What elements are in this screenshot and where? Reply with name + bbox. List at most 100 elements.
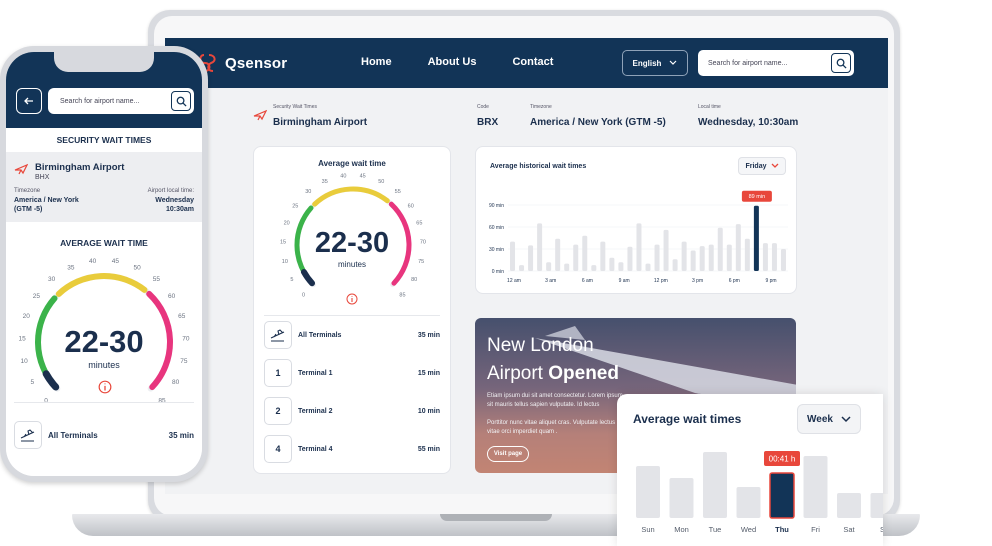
phone-airport-block: Birmingham Airport BHX Timezone America … — [6, 152, 202, 222]
gauge-tick-label: 5 — [31, 379, 35, 386]
weekly-day-label: Mon — [674, 525, 689, 534]
history-bar — [717, 227, 723, 271]
gauge-tick-label: 25 — [292, 203, 298, 209]
visit-page-button[interactable]: Visit page — [487, 446, 529, 462]
gauge-needle-segment — [300, 268, 316, 287]
terminal-badge: 4 — [264, 435, 292, 463]
phone-localtime-line1: Wednesday — [155, 197, 194, 204]
history-y-tick: 90 min — [489, 203, 504, 209]
history-bar — [771, 243, 777, 271]
history-bar — [537, 223, 543, 271]
gauge-tick-label: 55 — [395, 189, 401, 195]
history-x-tick: 6 am — [582, 278, 593, 284]
main-nav: Home About Us Contact — [361, 56, 553, 68]
news-title: New London Airport Opened — [487, 332, 619, 388]
nav-home[interactable]: Home — [361, 56, 392, 68]
timezone-value: America / New York (GTM -5) — [530, 117, 666, 128]
localtime-label: Local time — [698, 104, 721, 110]
history-bar — [600, 241, 606, 271]
phone-localtime-line2: 10:30am — [165, 206, 194, 213]
history-bar — [510, 241, 516, 271]
gauge-tick-label: 55 — [153, 276, 161, 283]
gauge-tick-label: 80 — [411, 277, 417, 283]
history-x-tick: 12 pm — [654, 278, 668, 284]
terminal-wait: 35 min — [417, 331, 440, 339]
news-title-bold: Opened — [548, 363, 619, 384]
phone-airport-name: Birmingham Airport — [35, 162, 125, 173]
history-bar — [645, 263, 651, 271]
gauge-tick-label: 30 — [305, 189, 311, 195]
gauge-tick-label: 40 — [340, 174, 346, 180]
terminal-row-1[interactable]: 1 Terminal 1 15 min — [264, 359, 440, 387]
gauge-segment-yellow — [55, 273, 148, 297]
history-bar — [591, 265, 597, 271]
phone-frame: Search for airport name... SECURITY WAIT… — [0, 46, 208, 482]
phone-all-terminals-row[interactable]: All Terminals 35 min — [14, 420, 194, 450]
terminal-name: Terminal 4 — [298, 445, 333, 453]
timezone-block: Timezone America / New York (GTM -5) — [530, 104, 666, 130]
airport-name: Birmingham Airport — [273, 117, 368, 128]
phone-gauge-value: 22-30 — [64, 324, 144, 359]
nav-contact[interactable]: Contact — [512, 56, 553, 68]
gauge-info[interactable] — [254, 292, 450, 310]
site-header: Qsensor Home About Us Contact English Se… — [165, 38, 888, 88]
code-block: Code BRX — [477, 104, 498, 130]
timezone-label: Timezone — [530, 104, 552, 110]
history-bar — [546, 262, 552, 271]
history-bar — [627, 246, 633, 271]
history-x-tick: 3 pm — [692, 278, 703, 284]
weekly-day-label: Sat — [843, 525, 855, 534]
weekly-day-label: Sun — [641, 525, 654, 534]
history-y-tick: 30 min — [489, 247, 504, 253]
nav-about-us[interactable]: About Us — [428, 56, 477, 68]
gauge-unit: minutes — [337, 260, 366, 269]
history-bar — [654, 244, 660, 271]
back-button[interactable] — [16, 88, 42, 114]
plane-icon — [14, 163, 28, 175]
weekly-day-label: Wed — [741, 525, 756, 534]
header-search-input[interactable]: Search for airport name... — [698, 50, 854, 76]
airport-info-bar: Security Wait Times Birmingham Airport C… — [253, 104, 813, 128]
history-bar — [555, 238, 561, 271]
weekly-day-label: Thu — [775, 525, 789, 534]
phone-divider — [14, 402, 194, 403]
history-bar — [528, 245, 534, 271]
history-bar — [573, 244, 579, 271]
gauge-tick-label: 50 — [378, 179, 384, 185]
terminal-row-4[interactable]: 4 Terminal 4 55 min — [264, 435, 440, 463]
history-bar — [780, 249, 786, 271]
language-select[interactable]: English — [622, 50, 688, 76]
gauge-tick-label: 35 — [322, 179, 328, 185]
gauge-tick-label: 35 — [67, 264, 75, 271]
airport-name-block: Security Wait Times Birmingham Airport — [273, 104, 367, 130]
weekly-bar — [636, 466, 660, 518]
news-title-line1: New London — [487, 335, 594, 356]
phone-search-input[interactable]: Search for airport name... — [48, 88, 194, 114]
gauge-tick-label: 45 — [360, 174, 366, 180]
phone-notch — [54, 52, 154, 72]
terminal-row-2[interactable]: 2 Terminal 2 10 min — [264, 397, 440, 425]
phone-gauge-info[interactable] — [98, 380, 112, 399]
history-bar — [708, 244, 714, 271]
phone-search-button[interactable] — [171, 91, 191, 111]
arrow-left-icon — [24, 97, 33, 105]
gauge-tick-label: 45 — [112, 258, 120, 265]
brand-logo[interactable]: Qsensor — [197, 51, 287, 75]
history-bar-chart: 90 min 60 min 30 min 0 min 89 min 12 am 3 am 6 … — [489, 190, 788, 284]
history-x-tick: 9 pm — [765, 278, 776, 284]
phone-all-terminals-badge — [14, 421, 42, 449]
gauge-tick-label: 65 — [178, 313, 186, 320]
history-bar — [609, 257, 615, 271]
history-bar — [726, 244, 732, 271]
laptop-notch — [440, 514, 552, 521]
phone-wait-section: AVERAGE WAIT TIME 0 5 10 15 20 25 30 35 40 45 50 55… — [6, 222, 202, 476]
card-divider — [264, 315, 440, 316]
history-chart-card: Average historical wait times Friday 90 … — [475, 146, 797, 294]
history-x-tick: 9 am — [619, 278, 630, 284]
weekly-bar — [837, 493, 861, 518]
gauge-tick-label: 60 — [408, 203, 414, 209]
localtime-value: Wednesday, 10:30am — [698, 117, 799, 128]
terminal-row-all[interactable]: All Terminals 35 min — [264, 321, 440, 349]
weekly-bar — [703, 452, 727, 518]
header-search-button[interactable] — [831, 53, 851, 73]
